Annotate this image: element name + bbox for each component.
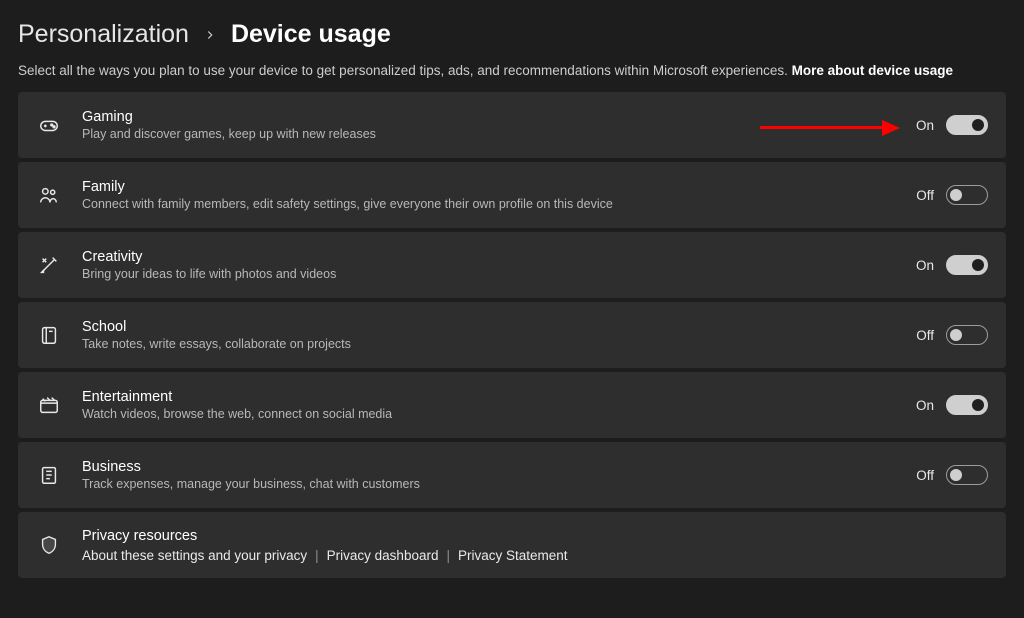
school-icon — [36, 322, 62, 348]
separator: | — [446, 548, 450, 563]
toggle-state-label: On — [910, 398, 934, 413]
setting-title: Business — [82, 458, 890, 476]
toggle-state-label: On — [910, 258, 934, 273]
toggle-switch[interactable] — [946, 395, 988, 415]
shield-icon — [36, 532, 62, 558]
subtitle-text: Select all the ways you plan to use your… — [18, 63, 792, 78]
privacy-link-statement[interactable]: Privacy Statement — [458, 548, 568, 563]
creativity-icon — [36, 252, 62, 278]
privacy-resources-row: Privacy resources About these settings a… — [18, 512, 1006, 578]
setting-description: Bring your ideas to life with photos and… — [82, 266, 890, 283]
toggle-state-label: On — [910, 118, 934, 133]
toggle-state-label: Off — [910, 468, 934, 483]
more-about-link[interactable]: More about device usage — [792, 63, 953, 78]
breadcrumb: Personalization Device usage — [18, 20, 1006, 49]
gaming-icon — [36, 112, 62, 138]
setting-description: Connect with family members, edit safety… — [82, 196, 890, 213]
business-icon — [36, 462, 62, 488]
setting-title: Family — [82, 178, 890, 196]
breadcrumb-current: Device usage — [231, 20, 391, 49]
entertainment-icon — [36, 392, 62, 418]
privacy-link-about[interactable]: About these settings and your privacy — [82, 548, 307, 563]
toggle-switch[interactable] — [946, 465, 988, 485]
setting-description: Watch videos, browse the web, connect on… — [82, 406, 890, 423]
toggle-switch[interactable] — [946, 185, 988, 205]
setting-title: Entertainment — [82, 388, 890, 406]
toggle-switch[interactable] — [946, 325, 988, 345]
privacy-title: Privacy resources — [82, 527, 988, 545]
setting-row-school: School Take notes, write essays, collabo… — [18, 302, 1006, 368]
setting-title: Gaming — [82, 108, 890, 126]
privacy-links: About these settings and your privacy | … — [82, 548, 988, 563]
setting-description: Track expenses, manage your business, ch… — [82, 476, 890, 493]
family-icon — [36, 182, 62, 208]
setting-title: School — [82, 318, 890, 336]
setting-row-entertainment: Entertainment Watch videos, browse the w… — [18, 372, 1006, 438]
setting-row-gaming: Gaming Play and discover games, keep up … — [18, 92, 1006, 158]
privacy-link-dashboard[interactable]: Privacy dashboard — [327, 548, 439, 563]
toggle-state-label: Off — [910, 188, 934, 203]
setting-row-family: Family Connect with family members, edit… — [18, 162, 1006, 228]
setting-row-creativity: Creativity Bring your ideas to life with… — [18, 232, 1006, 298]
chevron-right-icon — [203, 26, 217, 47]
toggle-switch[interactable] — [946, 255, 988, 275]
setting-title: Creativity — [82, 248, 890, 266]
page-subtitle: Select all the ways you plan to use your… — [18, 63, 1006, 78]
toggle-state-label: Off — [910, 328, 934, 343]
setting-description: Take notes, write essays, collaborate on… — [82, 336, 890, 353]
setting-description: Play and discover games, keep up with ne… — [82, 126, 890, 143]
settings-list: Gaming Play and discover games, keep up … — [18, 92, 1006, 578]
toggle-switch[interactable] — [946, 115, 988, 135]
breadcrumb-parent[interactable]: Personalization — [18, 20, 189, 49]
setting-row-business: Business Track expenses, manage your bus… — [18, 442, 1006, 508]
separator: | — [315, 548, 319, 563]
